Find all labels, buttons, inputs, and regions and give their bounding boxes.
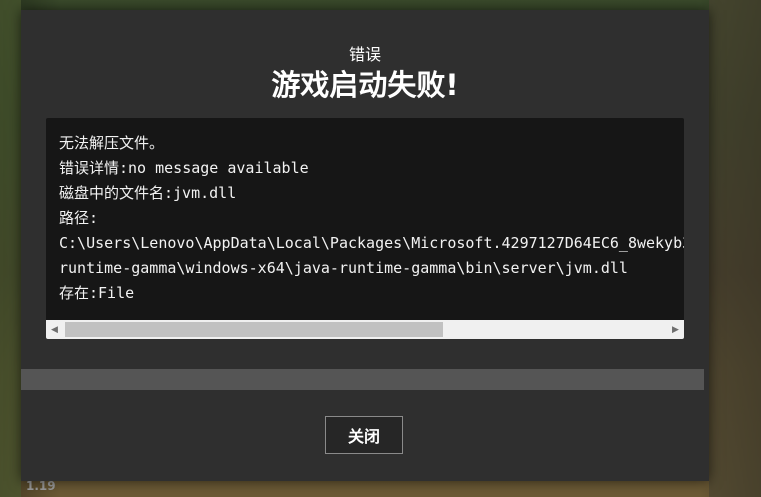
scrollbar-thumb[interactable] <box>65 322 443 337</box>
triangle-right-icon[interactable]: ▶ <box>667 320 684 339</box>
error-details-box[interactable]: 无法解压文件。 错误详情:no message available 磁盘中的文件… <box>46 118 684 339</box>
progress-strip <box>21 369 704 390</box>
error-line: 路径: <box>59 209 99 227</box>
error-details-text: 无法解压文件。 错误详情:no message available 磁盘中的文件… <box>59 131 684 306</box>
background-block <box>0 0 21 497</box>
error-dialog: 错误 游戏启动失败! 无法解压文件。 错误详情:no message avail… <box>21 10 709 481</box>
version-label: 1.19 <box>26 479 56 493</box>
error-line: 存在:File <box>59 284 135 302</box>
error-line: 磁盘中的文件名:jvm.dll <box>59 184 237 202</box>
error-line: 错误详情:no message available <box>59 159 309 177</box>
horizontal-scrollbar[interactable]: ◀ ▶ <box>46 320 684 339</box>
error-line: runtime-gamma\windows-x64\java-runtime-g… <box>59 259 628 277</box>
scrollbar-track[interactable] <box>63 322 667 337</box>
error-line: C:\Users\Lenovo\AppData\Local\Packages\M… <box>59 234 684 252</box>
dialog-title: 游戏启动失败! <box>271 68 459 102</box>
background-block <box>709 0 761 497</box>
close-button[interactable]: 关闭 <box>325 416 403 454</box>
triangle-left-icon[interactable]: ◀ <box>46 320 63 339</box>
error-line: 无法解压文件。 <box>59 134 165 152</box>
